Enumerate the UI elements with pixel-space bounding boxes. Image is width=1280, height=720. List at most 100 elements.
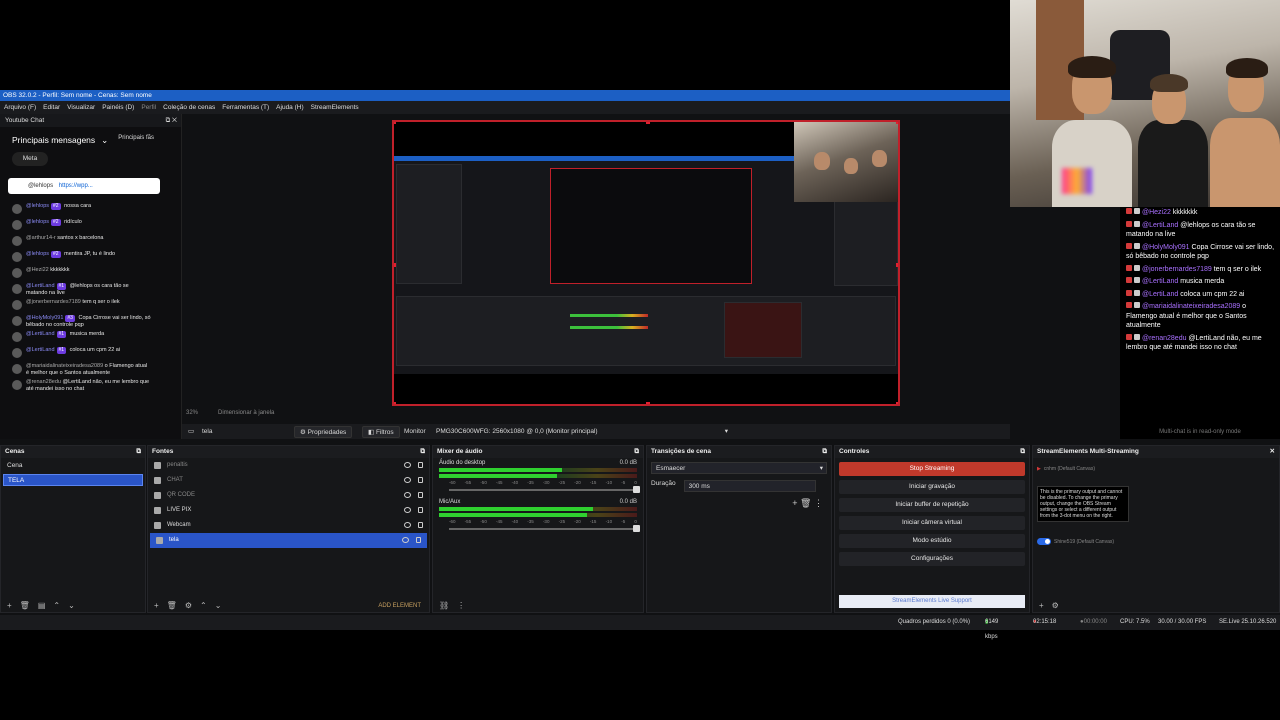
resize-handle[interactable] <box>646 122 650 124</box>
menu-item[interactable]: Painéis (D) <box>102 101 134 114</box>
resize-handle[interactable] <box>394 122 396 124</box>
dock-float-icon[interactable]: ⧉ <box>136 446 141 458</box>
menu-item[interactable]: Coleção de cenas <box>163 101 215 114</box>
chat-user[interactable]: @mariaidalinateixeiradesa2089 <box>26 363 103 369</box>
captured-preview <box>550 168 752 284</box>
resize-handle[interactable] <box>896 122 898 124</box>
pinned-message[interactable]: @lehlops https://wpp... <box>8 178 160 194</box>
move-up-icon[interactable]: ⌃ <box>200 601 207 610</box>
transition-select[interactable]: Esmaecer ▾ <box>651 462 827 474</box>
source-item[interactable]: QR CODE <box>148 488 429 503</box>
visibility-icon[interactable] <box>404 507 411 513</box>
chat-user[interactable]: @LertiLand <box>26 331 55 337</box>
move-down-icon[interactable]: ⌄ <box>68 601 75 610</box>
chat-user[interactable]: @lehlops <box>26 251 49 257</box>
control-button[interactable]: Modo estúdio <box>839 534 1025 548</box>
chat-user[interactable]: @LertiLand <box>26 347 55 353</box>
link-icon[interactable]: ⛓ <box>439 601 449 610</box>
source-item[interactable]: LIVE PIX <box>148 503 429 518</box>
control-button[interactable]: Iniciar câmera virtual <box>839 516 1025 530</box>
lock-icon[interactable] <box>418 507 423 513</box>
duration-input[interactable]: 300 ms <box>683 480 816 492</box>
add-icon[interactable]: + <box>154 601 159 610</box>
add-element-button[interactable]: ADD ELEMENT <box>378 603 421 609</box>
dock-float-icon[interactable]: ⧉ <box>1020 446 1025 458</box>
dock-float-icon[interactable]: ⧉ <box>634 446 639 458</box>
menu-item[interactable]: StreamElements <box>311 101 359 114</box>
menu-item[interactable]: Visualizar <box>67 101 95 114</box>
menu-item[interactable]: Ferramentas (T) <box>222 101 269 114</box>
scene-item[interactable]: Cena <box>3 460 143 472</box>
resize-handle[interactable] <box>896 402 898 404</box>
volume-slider-handle[interactable] <box>633 486 640 493</box>
chat-user[interactable]: @Hezi22 <box>26 267 49 273</box>
add-icon[interactable]: + <box>792 498 797 508</box>
chat-user[interactable]: @lehlops <box>26 219 49 225</box>
more-icon[interactable]: ⋮ <box>814 498 823 508</box>
gear-icon[interactable]: ⚙ <box>1052 601 1059 610</box>
source-item[interactable]: CHAT <box>148 473 429 488</box>
dock-float-icon[interactable]: ⧉ <box>822 446 827 458</box>
control-button[interactable]: Configurações <box>839 552 1025 566</box>
visibility-icon[interactable] <box>404 522 411 528</box>
meta-button[interactable]: Meta <box>12 152 48 166</box>
trash-icon[interactable]: 🗑 <box>167 601 177 610</box>
more-icon[interactable]: ⋮ <box>457 601 465 610</box>
add-icon[interactable]: + <box>7 601 12 610</box>
resize-to-window[interactable]: Dimensionar à janela <box>218 410 274 416</box>
control-button[interactable]: Iniciar gravação <box>839 480 1025 494</box>
control-button[interactable]: Stop Streaming <box>839 462 1025 476</box>
lock-icon[interactable] <box>418 462 423 468</box>
chat-heading[interactable]: Principais mensagens ⌄ Principais fãs <box>0 127 181 146</box>
menu-item[interactable]: Arquivo (F) <box>4 101 36 114</box>
output-toggle[interactable] <box>1037 538 1051 545</box>
visibility-icon[interactable] <box>402 537 409 543</box>
dock-float-icon[interactable]: ⧉ <box>420 446 425 458</box>
menu-item[interactable]: Ajuda (H) <box>276 101 303 114</box>
chat-user[interactable]: @renan28edu <box>26 379 61 385</box>
visibility-icon[interactable] <box>404 477 411 483</box>
chat-user[interactable]: @HolyMoly091 <box>26 315 63 321</box>
chat-user[interactable]: @jonerbernardes7189 <box>26 299 81 305</box>
move-down-icon[interactable]: ⌄ <box>215 601 222 610</box>
gear-icon[interactable]: ⚙ <box>185 601 192 610</box>
zoom-level[interactable]: 32% <box>186 410 198 416</box>
volume-slider-handle[interactable] <box>633 525 640 532</box>
trash-icon[interactable]: 🗑 <box>20 601 30 610</box>
add-icon[interactable]: + <box>1039 601 1044 610</box>
lock-icon[interactable] <box>418 492 423 498</box>
scene-item[interactable]: TELA <box>3 474 143 486</box>
trash-icon[interactable]: 🗑 <box>800 498 811 508</box>
menu-item[interactable]: Perfil <box>141 101 156 114</box>
canvas-preview[interactable] <box>392 120 900 406</box>
filter-icon[interactable]: ▤ <box>38 601 46 610</box>
close-icon[interactable]: ✕ <box>1270 446 1275 458</box>
resize-handle[interactable] <box>394 263 396 267</box>
menu-item[interactable]: Editar <box>43 101 60 114</box>
move-up-icon[interactable]: ⌃ <box>53 601 60 610</box>
control-button[interactable]: Iniciar buffer de repetição <box>839 498 1025 512</box>
live-support-button[interactable]: StreamElements Live Support <box>839 595 1025 608</box>
filters-button[interactable]: ◧ Filtros <box>362 425 400 438</box>
chat-user[interactable]: @arthur14-r <box>26 235 56 241</box>
lock-icon[interactable] <box>418 522 423 528</box>
resize-handle[interactable] <box>896 263 898 267</box>
monitor-select[interactable]: PMG30C600WFG: 2560x1080 @ 0,0 (Monitor p… <box>434 426 732 437</box>
top-fans-toggle[interactable]: Principais fãs <box>118 135 154 146</box>
visibility-icon[interactable] <box>404 492 411 498</box>
volume-slider[interactable] <box>449 525 640 532</box>
visibility-icon[interactable] <box>404 462 411 468</box>
resize-handle[interactable] <box>646 402 650 404</box>
properties-button[interactable]: ⚙ Propriedades <box>294 425 353 438</box>
dock-close-icon[interactable]: ⧉ ✕ <box>166 114 177 127</box>
pinned-link[interactable]: https://wpp... <box>59 183 93 189</box>
lock-icon[interactable] <box>418 477 423 483</box>
chat-user[interactable]: @lehlops <box>26 203 49 209</box>
source-item[interactable]: tela <box>150 533 427 548</box>
resize-handle[interactable] <box>394 402 396 404</box>
source-item[interactable]: Webcam <box>148 518 429 533</box>
chat-user[interactable]: @LertiLand <box>26 283 55 289</box>
lock-icon[interactable] <box>416 537 421 543</box>
volume-slider[interactable] <box>449 486 640 493</box>
source-item[interactable]: penaltis <box>148 458 429 473</box>
